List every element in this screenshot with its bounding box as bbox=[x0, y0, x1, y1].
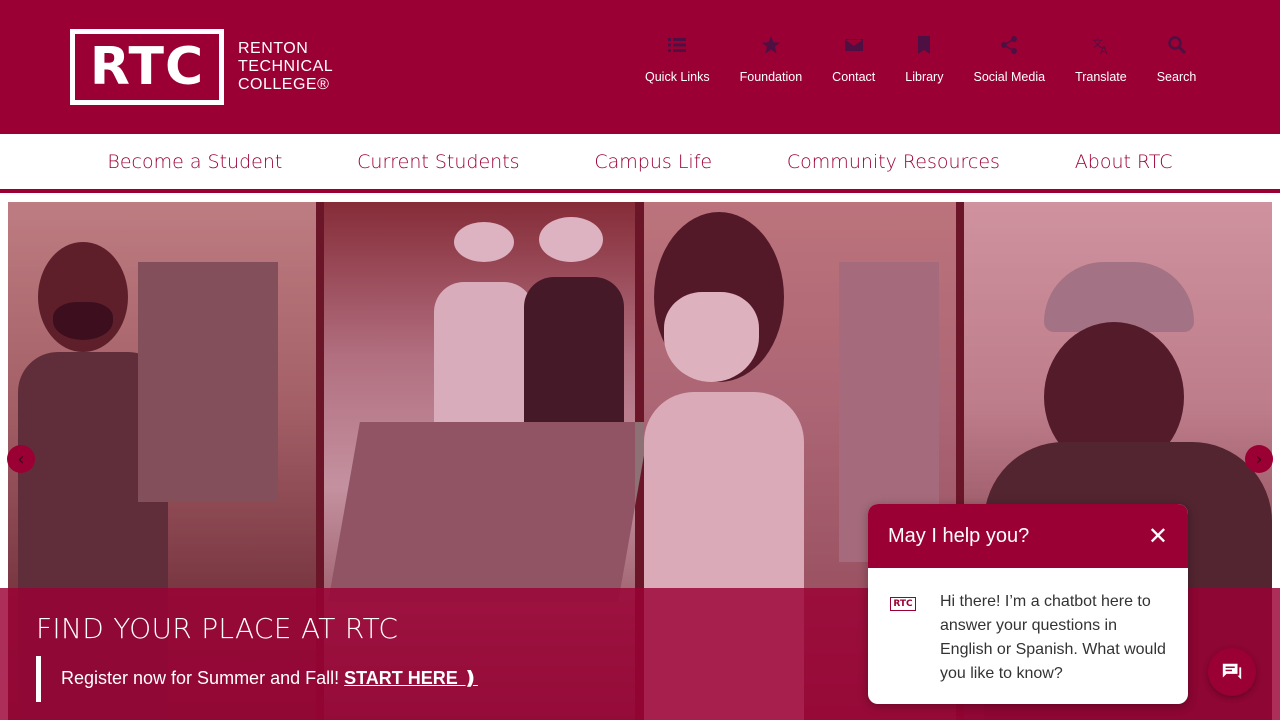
nav-divider bbox=[0, 189, 1280, 193]
carousel-prev-button[interactable]: ‹ bbox=[7, 445, 35, 473]
rtc-logo[interactable]: RTC RENTON TECHNICAL COLLEGE® bbox=[70, 29, 348, 105]
chatbot-widget: May I help you? ✕ RTC Hi there! I’m a ch… bbox=[868, 504, 1188, 704]
search-label: Search bbox=[1156, 70, 1197, 84]
search-icon bbox=[1166, 34, 1188, 56]
translate-link[interactable]: 文A Translate bbox=[1060, 34, 1142, 84]
search-link[interactable]: Search bbox=[1142, 34, 1212, 84]
library-label: Library bbox=[905, 70, 944, 84]
list-icon bbox=[666, 34, 688, 56]
nav-about-rtc[interactable]: About RTC bbox=[1075, 151, 1173, 173]
contact-link[interactable]: Contact bbox=[817, 34, 890, 84]
social-media-link[interactable]: Social Media bbox=[958, 34, 1060, 84]
nav-community-resources[interactable]: Community Resources bbox=[787, 151, 1000, 173]
close-icon[interactable]: ✕ bbox=[1148, 524, 1168, 548]
hero-text-label: Register now for Summer and Fall! bbox=[61, 668, 340, 688]
quick-links-link[interactable]: Quick Links bbox=[630, 34, 725, 84]
bot-avatar: RTC bbox=[890, 597, 916, 611]
chat-body: RTC Hi there! I’m a chatbot here to answ… bbox=[868, 568, 1188, 686]
translate-label: Translate bbox=[1075, 70, 1127, 84]
chat-toggle-button[interactable] bbox=[1208, 648, 1256, 696]
nav-campus-life[interactable]: Campus Life bbox=[594, 151, 712, 173]
nav-become-a-student[interactable]: Become a Student bbox=[107, 151, 282, 173]
star-icon bbox=[760, 34, 782, 56]
envelope-icon bbox=[843, 34, 865, 56]
chat-header: May I help you? ✕ bbox=[868, 504, 1188, 568]
foundation-label: Foundation bbox=[739, 70, 803, 84]
share-icon bbox=[998, 34, 1020, 56]
carousel-next-button[interactable]: › bbox=[1245, 445, 1273, 473]
chat-title: May I help you? bbox=[888, 524, 1030, 547]
svg-text:A: A bbox=[1100, 44, 1108, 55]
caption-accent-bar bbox=[36, 656, 41, 702]
hero-title: FIND YOUR PLACE AT RTC bbox=[36, 612, 399, 645]
start-here-link[interactable]: START HERE ❫ bbox=[344, 668, 478, 688]
nav-current-students[interactable]: Current Students bbox=[357, 151, 519, 173]
quick-links-label: Quick Links bbox=[645, 70, 710, 84]
site-header: RTC RENTON TECHNICAL COLLEGE® Quick Link… bbox=[0, 0, 1280, 134]
social-media-label: Social Media bbox=[973, 70, 1046, 84]
chat-bubble-icon bbox=[1222, 663, 1242, 680]
contact-label: Contact bbox=[832, 70, 876, 84]
utility-nav: Quick Links Foundation Contact Library S… bbox=[630, 34, 1211, 84]
library-link[interactable]: Library bbox=[890, 34, 958, 84]
main-nav: Become a Student Current Students Campus… bbox=[0, 134, 1280, 190]
bookmark-icon bbox=[913, 34, 935, 56]
logo-mark: RTC bbox=[70, 29, 224, 105]
translate-icon: 文A bbox=[1090, 34, 1112, 56]
chat-message: Hi there! I’m a chatbot here to answer y… bbox=[940, 593, 1166, 682]
foundation-link[interactable]: Foundation bbox=[725, 34, 818, 84]
logo-wordmark: RENTON TECHNICAL COLLEGE® bbox=[238, 40, 333, 93]
hero-text: Register now for Summer and Fall! START … bbox=[61, 668, 478, 689]
